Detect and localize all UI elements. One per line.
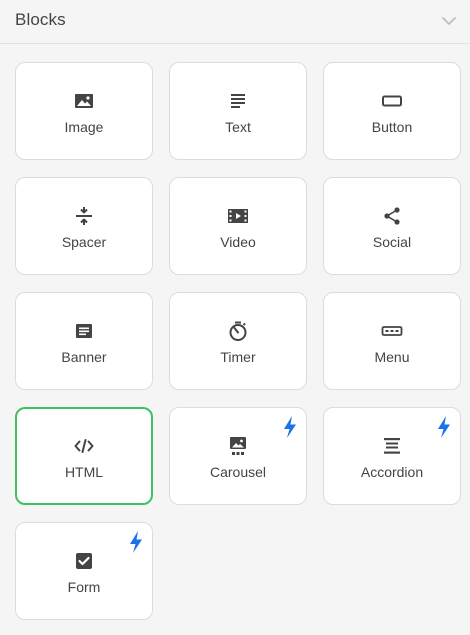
timer-icon [227,320,249,342]
block-label: Text [225,119,251,135]
block-form[interactable]: Form [15,522,153,620]
lightning-bolt-icon [282,416,298,438]
block-html[interactable]: HTML [15,407,153,505]
menu-icon [381,320,403,342]
block-label: Carousel [209,464,267,480]
block-accordion[interactable]: Accordion [323,407,461,505]
chevron-down-icon[interactable] [438,10,460,32]
lightning-bolt-icon [128,531,144,553]
spacer-icon [73,205,95,227]
block-label: Image [64,119,104,135]
block-label: Social [372,234,412,250]
checkbox-icon [73,550,95,572]
block-label: Timer [220,349,256,365]
lightning-bolt-icon [436,416,452,438]
block-carousel[interactable]: Carousel [169,407,307,505]
video-icon [227,205,249,227]
block-label: Video [220,234,256,250]
image-icon [73,90,95,112]
block-menu[interactable]: Menu [323,292,461,390]
block-text[interactable]: Text [169,62,307,160]
panel-title: Blocks [15,10,66,29]
panel-header[interactable]: Blocks [0,0,470,44]
share-icon [381,205,403,227]
block-video[interactable]: Video [169,177,307,275]
blocks-panel: Blocks Image Text Button Spacer Video Social B… [0,0,470,635]
block-label: HTML [64,464,104,480]
block-spacer[interactable]: Spacer [15,177,153,275]
accordion-icon [381,435,403,457]
block-label: Button [371,119,413,135]
blocks-grid: Image Text Button Spacer Video Social Banner Ti… [15,62,461,620]
block-image[interactable]: Image [15,62,153,160]
block-label: Banner [61,349,107,365]
text-icon [227,90,249,112]
block-banner[interactable]: Banner [15,292,153,390]
block-timer[interactable]: Timer [169,292,307,390]
block-social[interactable]: Social [323,177,461,275]
code-icon [73,435,95,457]
block-label: Menu [374,349,410,365]
block-button[interactable]: Button [323,62,461,160]
block-label: Accordion [360,464,424,480]
banner-icon [73,320,95,342]
block-label: Spacer [61,234,107,250]
button-icon [381,90,403,112]
carousel-icon [227,435,249,457]
block-label: Form [67,579,101,595]
